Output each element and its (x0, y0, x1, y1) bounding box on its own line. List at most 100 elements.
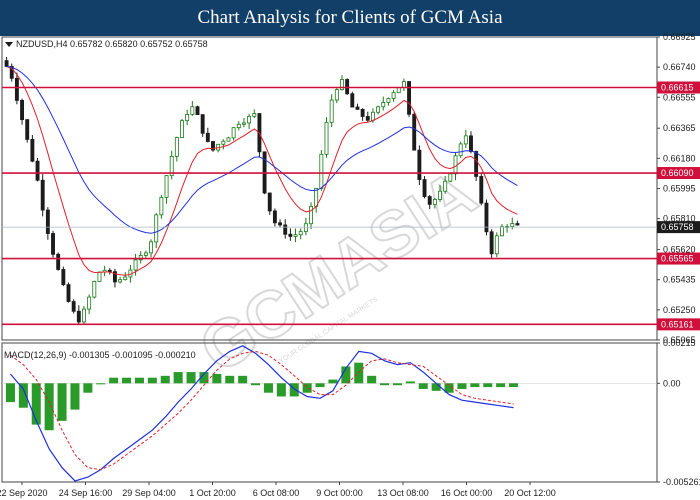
candle-body (381, 102, 386, 108)
candle-body (174, 137, 179, 157)
candle-body (303, 223, 308, 233)
macd-histogram-bar (238, 375, 248, 384)
candle-body (25, 119, 30, 140)
price-tick-label: 0.66180 (663, 153, 696, 163)
macd-histogram-bar (5, 383, 15, 403)
macd-tick-label: -0.005261 (663, 477, 700, 487)
macd-histogram-bar (225, 375, 235, 384)
macd-histogram-bar (31, 383, 41, 425)
candle-body (231, 127, 236, 139)
time-label: 16 Oct 00:00 (441, 488, 493, 498)
candle-body (391, 92, 396, 99)
price-tick-label: 0.66365 (663, 123, 696, 133)
current-price-label: 0.65758 (661, 222, 694, 232)
candle-body (350, 93, 355, 108)
candle-body (298, 231, 303, 236)
candle-body (149, 241, 154, 254)
price-tick-label: 0.65250 (663, 305, 696, 315)
candle-body (66, 284, 71, 302)
macd-histogram-bar (186, 372, 196, 384)
candle-body (288, 233, 293, 237)
candle-body (283, 224, 288, 235)
candle-body (97, 271, 102, 282)
macd-histogram-bar (328, 379, 338, 384)
time-label: 9 Oct 00:00 (316, 488, 363, 498)
macd-histogram-bar (392, 383, 402, 386)
symbol-info: NZDUSD,H4 0.65782 0.65820 0.65752 0.6575… (16, 39, 208, 49)
price-tick-label: 0.66925 (663, 32, 696, 42)
candle-body (479, 176, 484, 204)
trading-chart: GCMASIA YOUR GLOBAL CAPITAL MARKETS 0.66… (0, 32, 700, 500)
candle-body (443, 180, 448, 192)
candle-body (40, 179, 45, 211)
candle-body (159, 196, 164, 216)
macd-histogram-bar (457, 383, 467, 389)
candle-body (35, 160, 40, 181)
price-tick-label: 0.65435 (663, 275, 696, 285)
candle-body (438, 190, 442, 200)
level-label: 0.66615 (661, 83, 694, 93)
macd-title: MACD(12,26,9) -0.001305 -0.001095 -0.000… (4, 350, 196, 360)
candle-body (180, 120, 184, 138)
candle-body (309, 205, 313, 225)
macd-histogram-bar (418, 383, 428, 389)
candle-body (30, 138, 35, 162)
candle-body (45, 209, 50, 234)
candle-body (370, 111, 375, 121)
candle-body (458, 143, 463, 157)
time-label: 29 Sep 04:00 (122, 488, 176, 498)
candle-body (417, 149, 422, 180)
candle-body (427, 196, 432, 205)
time-label: 13 Oct 08:00 (377, 488, 429, 498)
candle-body (376, 106, 381, 113)
candle-body (61, 269, 66, 286)
macd-histogram-bar (276, 383, 286, 397)
candle-body (221, 140, 226, 145)
candle-body (494, 235, 499, 255)
candle-body (20, 99, 25, 121)
macd-tick-label: 0.00 (663, 378, 681, 388)
macd-histogram-bar (380, 383, 390, 386)
candle-body (185, 113, 190, 122)
price-tick-label: 0.66555 (663, 92, 696, 102)
candle-body (200, 114, 205, 134)
time-label: 6 Oct 08:00 (253, 488, 300, 498)
macd-histogram-bar (147, 377, 157, 384)
candle-body (82, 308, 86, 323)
macd-histogram-bar (315, 383, 325, 388)
macd-histogram-bar (44, 383, 54, 431)
candle-body (432, 199, 437, 205)
candle-body (71, 301, 76, 312)
time-label: 22 Sep 2020 (0, 488, 48, 498)
candle-body (272, 210, 277, 224)
level-label: 0.66090 (661, 168, 694, 178)
macd-histogram-bar (263, 383, 273, 393)
macd-histogram-bar (302, 383, 312, 393)
candle-body (51, 233, 55, 255)
candle-body (267, 192, 272, 212)
macd-histogram-bar (122, 377, 132, 384)
candle-body (247, 115, 252, 124)
candle-body (324, 121, 329, 155)
candle-body (92, 281, 97, 298)
macd-histogram-bar (83, 383, 93, 393)
candle-body (448, 173, 453, 182)
candle-body (252, 113, 257, 117)
candle-body (401, 81, 406, 88)
macd-histogram-bar (251, 383, 261, 386)
candle-body (205, 132, 210, 142)
candle-body (293, 234, 298, 237)
candle-body (412, 113, 417, 151)
time-label: 1 Oct 20:00 (189, 488, 236, 498)
candle-body (241, 122, 246, 125)
candle-body (195, 106, 200, 116)
macd-histogram-bar (431, 383, 441, 391)
candle-body (489, 231, 494, 255)
macd-histogram-bar (289, 383, 299, 397)
candle-body (164, 175, 169, 198)
time-label: 24 Sep 16:00 (59, 488, 113, 498)
candle-body (355, 106, 360, 110)
candle-body (226, 137, 231, 142)
candle-body (118, 279, 123, 283)
macd-histogram-bar (160, 375, 170, 384)
